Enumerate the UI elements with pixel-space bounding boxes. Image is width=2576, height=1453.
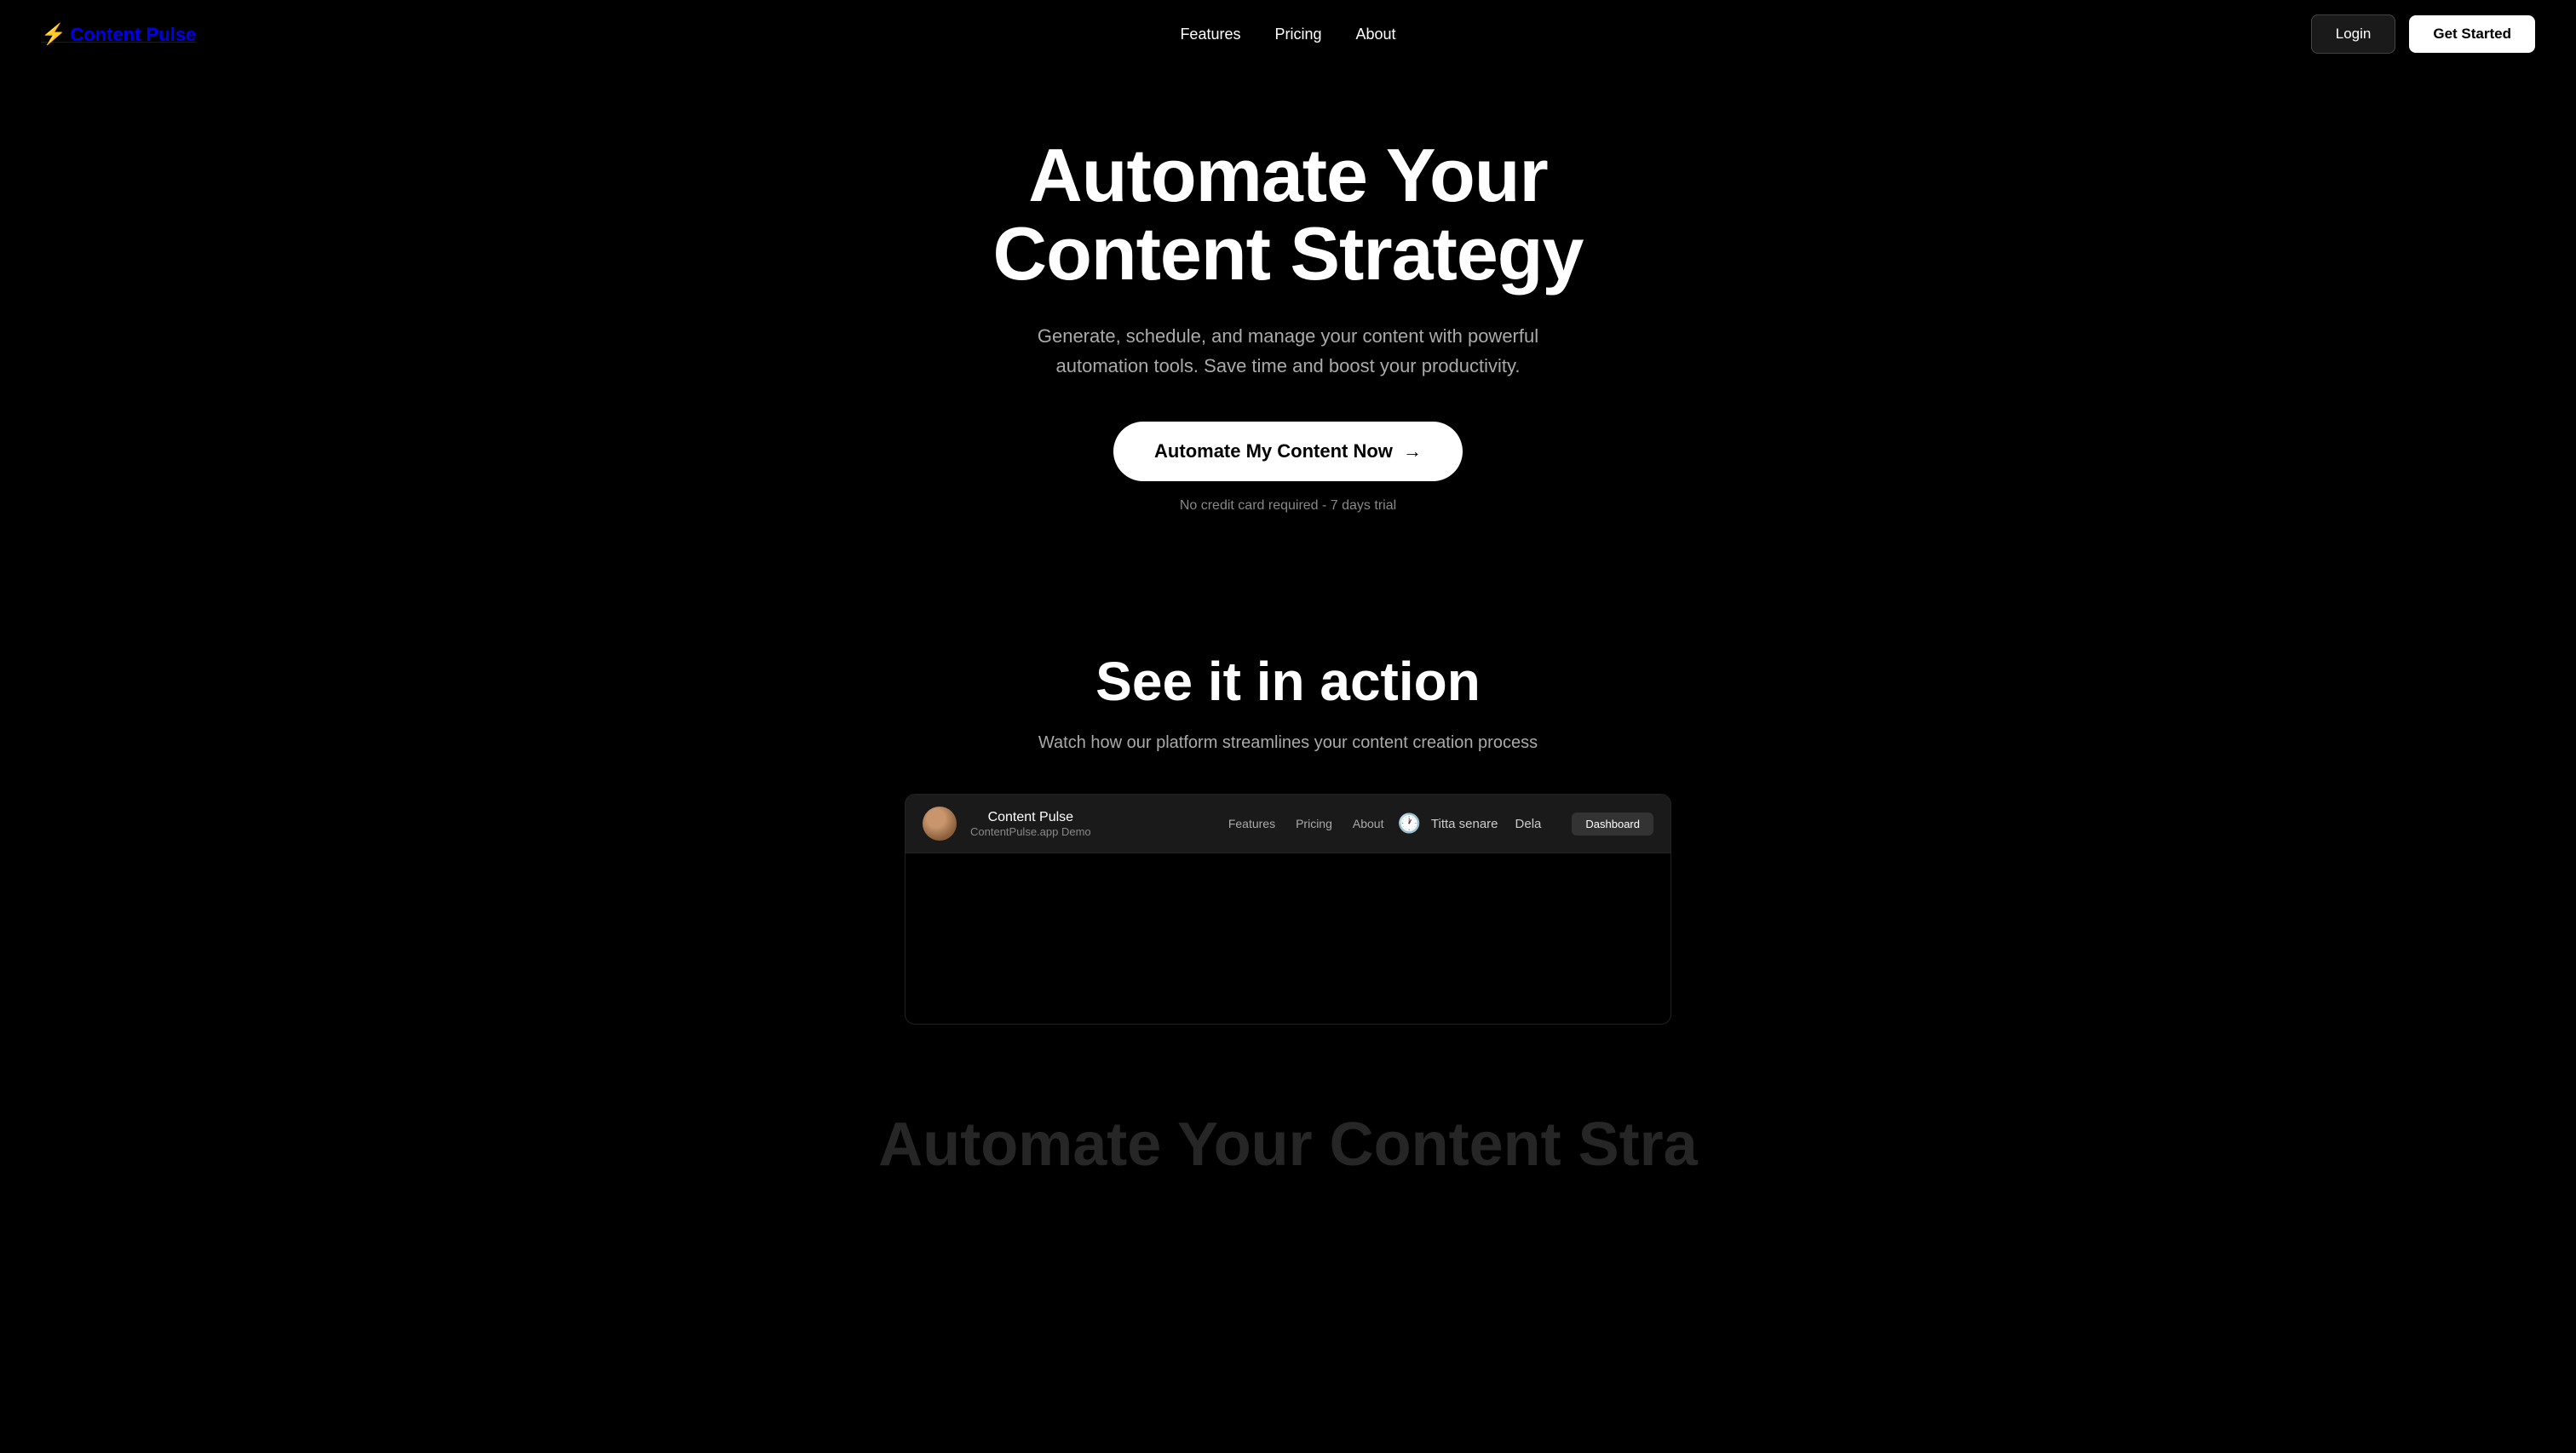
share-label: Dela	[1515, 817, 1542, 831]
nav-features[interactable]: Features	[1180, 26, 1240, 43]
video-nav-about: About	[1353, 817, 1384, 830]
get-started-button[interactable]: Get Started	[2409, 15, 2535, 53]
clock-icon: 🕐	[1397, 813, 1420, 835]
video-nav: Features Pricing About	[1228, 817, 1384, 830]
nav-pricing[interactable]: Pricing	[1274, 26, 1321, 43]
video-title: Content Pulse	[970, 810, 1091, 825]
video-demo-label: ContentPulse.app Demo	[970, 825, 1091, 838]
bottom-peek-title: Automate Your Content Stra	[41, 1110, 2535, 1180]
logo-icon: ⚡	[41, 23, 66, 46]
nav-logo[interactable]: ⚡ Content Pulse	[41, 22, 196, 47]
video-nav-pricing: Pricing	[1296, 817, 1332, 830]
avatar	[923, 807, 957, 841]
hero-title: Automate Your Content Strategy	[905, 136, 1671, 294]
video-content	[906, 853, 1670, 1024]
video-nav-features: Features	[1228, 817, 1275, 830]
watch-later-label: Titta senare	[1431, 817, 1498, 831]
watch-later-group: 🕐 Titta senare	[1397, 813, 1498, 835]
video-preview-container: Content Pulse ContentPulse.app Demo Feat…	[41, 794, 2535, 1025]
navbar: ⚡ Content Pulse Features Pricing About L…	[0, 0, 2576, 68]
nav-links: Features Pricing About	[1180, 26, 1395, 43]
video-bar-actions: 🕐 Titta senare Dela Dashboard	[1397, 813, 1653, 836]
hero-subtitle: Generate, schedule, and manage your cont…	[1024, 321, 1552, 381]
action-title: See it in action	[41, 650, 2535, 713]
action-subtitle: Watch how our platform streamlines your …	[41, 733, 2535, 753]
video-preview: Content Pulse ContentPulse.app Demo Feat…	[905, 794, 1671, 1025]
cta-arrow-icon: →	[1403, 440, 1422, 462]
cta-label: Automate My Content Now	[1154, 440, 1393, 462]
nav-about[interactable]: About	[1356, 26, 1396, 43]
bottom-peek: Automate Your Content Stra	[0, 1059, 2576, 1197]
login-button[interactable]: Login	[2311, 14, 2396, 54]
video-info: Content Pulse ContentPulse.app Demo	[970, 810, 1091, 838]
video-bar: Content Pulse ContentPulse.app Demo Feat…	[906, 795, 1670, 853]
avatar-image	[923, 807, 957, 841]
action-section: See it in action Watch how our platform …	[0, 582, 2576, 1059]
dashboard-button[interactable]: Dashboard	[1572, 813, 1653, 836]
nav-actions: Login Get Started	[2311, 14, 2535, 54]
hero-section: Automate Your Content Strategy Generate,…	[0, 0, 2576, 582]
logo-text: Content Pulse	[70, 24, 196, 45]
cta-button[interactable]: Automate My Content Now →	[1113, 422, 1463, 481]
hero-trial-note: No credit card required - 7 days trial	[1180, 498, 1396, 514]
